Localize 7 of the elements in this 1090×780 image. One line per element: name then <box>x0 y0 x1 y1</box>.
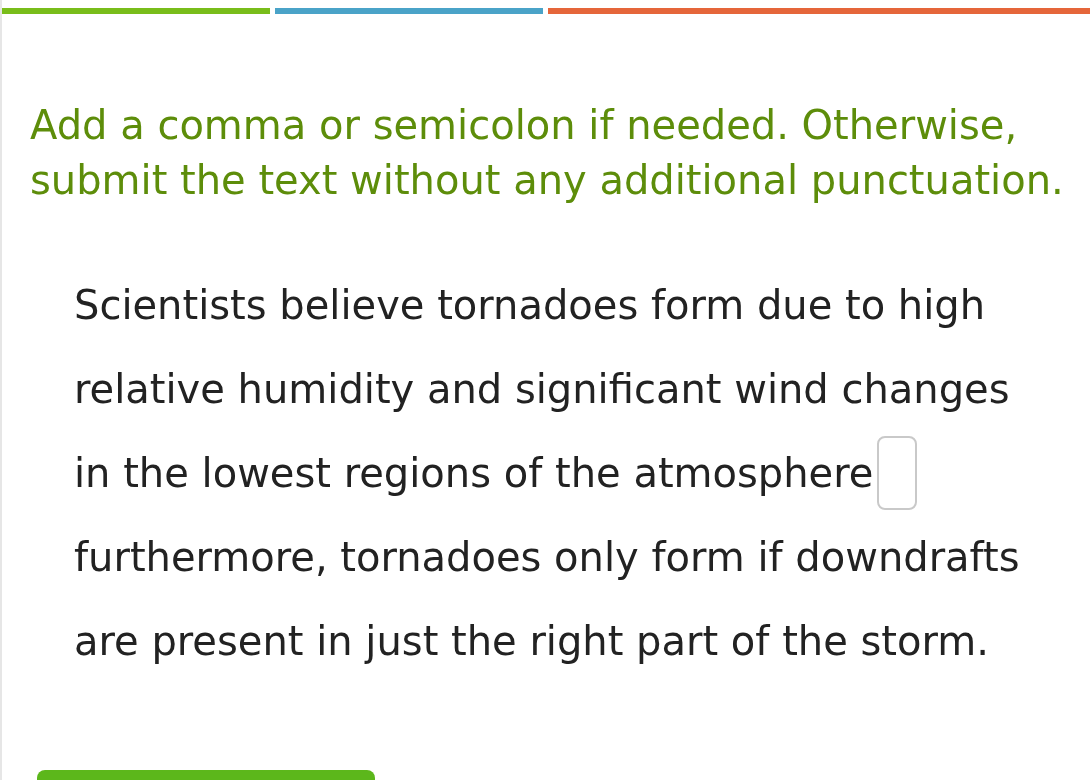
passage-text: are present in just the right part of the storm. <box>74 616 989 666</box>
passage-text: in the lowest regions of the atmosphere <box>74 448 874 498</box>
passage-text: Scientists believe tornadoes form due to high <box>74 280 986 330</box>
answer-box[interactable] <box>877 436 918 510</box>
passage-text: furthermore, tornadoes only form if downdrafts <box>74 532 1020 582</box>
passage-text: relative humidity and significant wind changes <box>74 364 1010 414</box>
instruction-text: Add a comma or semicolon if needed. Otherwise, submit the text without any additional punctuation. <box>30 101 1065 205</box>
